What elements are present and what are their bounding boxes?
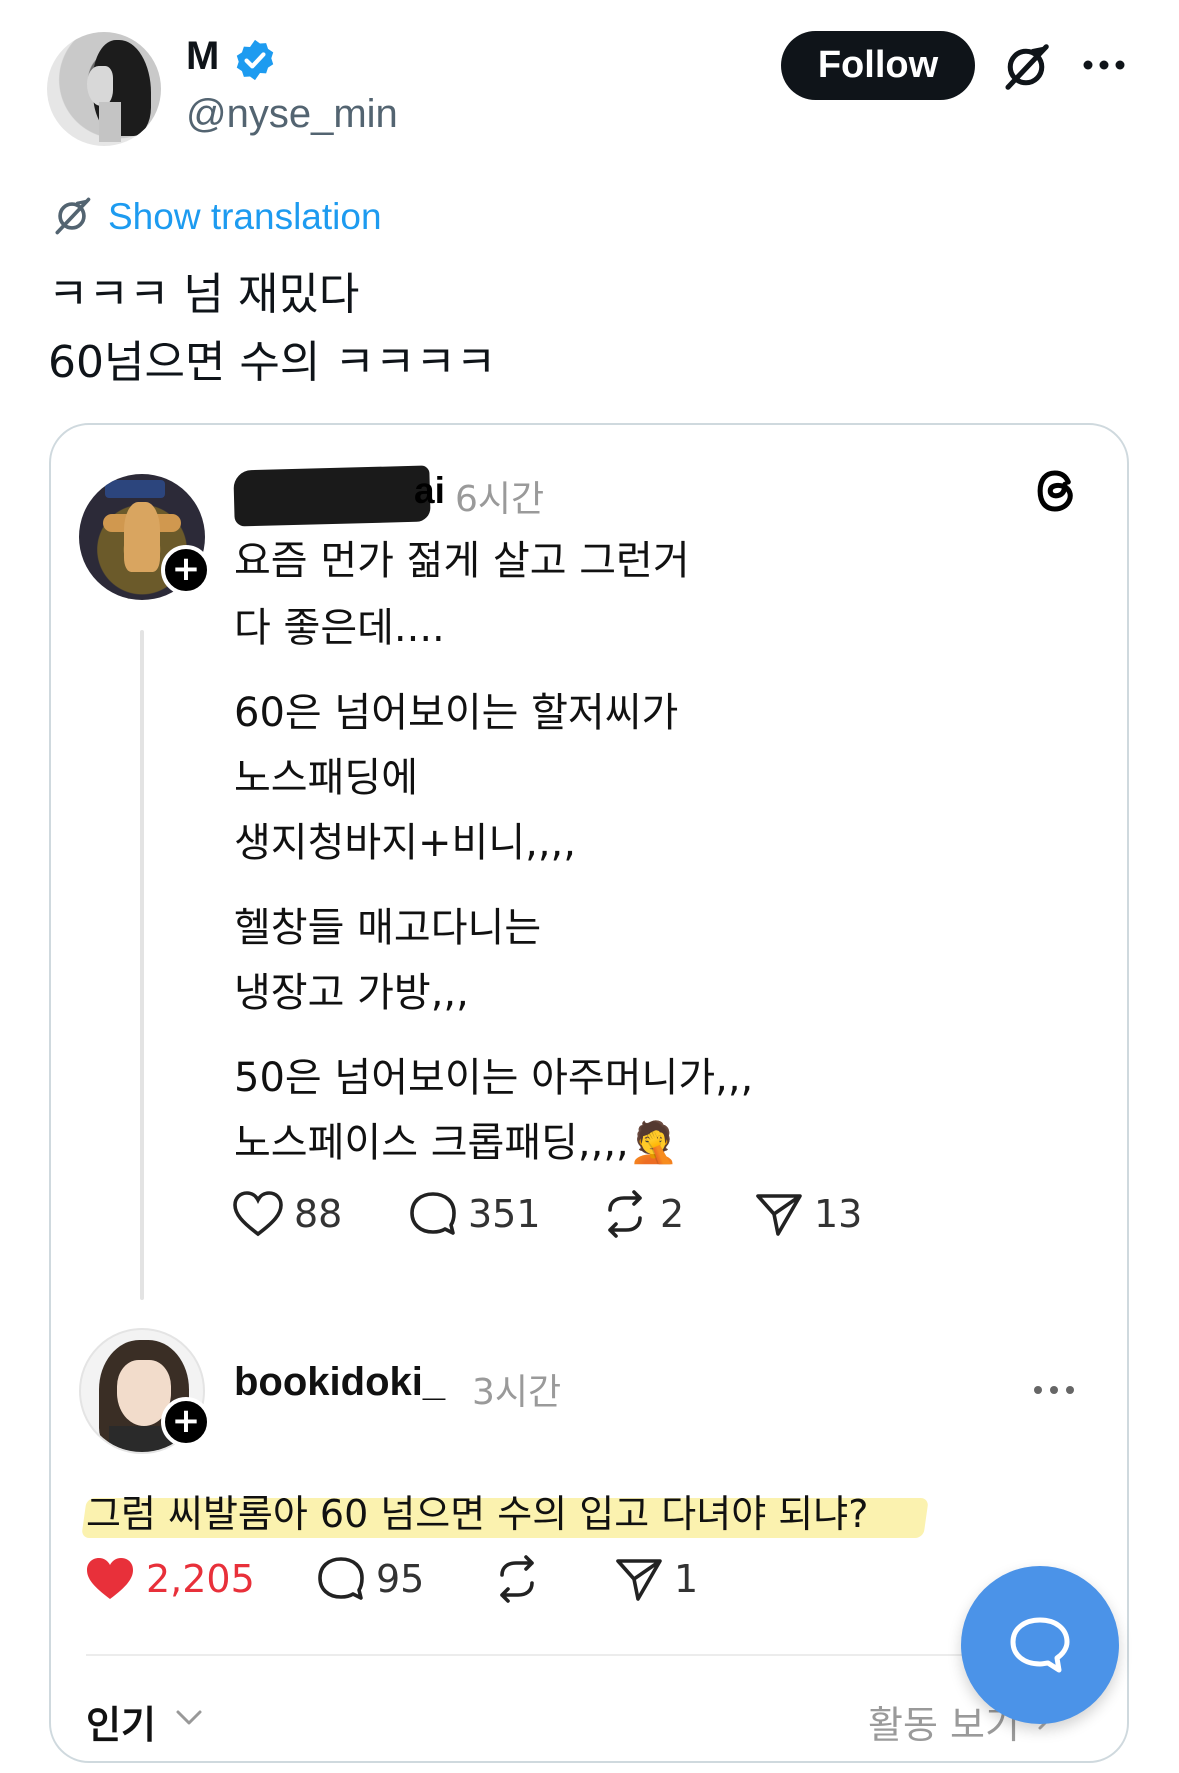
comment-bubble-icon <box>410 1192 456 1235</box>
more-horizontal-icon[interactable] <box>1080 50 1128 80</box>
post-body-line-text: 노스페이스 크롭패딩,,,, <box>234 1120 629 1166</box>
chevron-down-icon <box>176 1710 202 1725</box>
heart-filled-icon <box>87 1558 133 1599</box>
post-like-stat: 88 <box>232 1190 342 1238</box>
tweet-text-line-1: ㅋㅋㅋ 넘 재밌다 <box>48 269 360 320</box>
author-name[interactable]: M <box>186 34 219 79</box>
repost-icon <box>500 1555 534 1603</box>
post-body-line: 요즘 먼가 젊게 살고 그런거 <box>234 538 690 584</box>
post-body-line: 헬창들 매고다니는 <box>234 905 542 951</box>
post-share-stat: 13 <box>754 1190 862 1238</box>
reply-text: 그럼 씨발롬아 60 넘으면 수의 입고 다녀야 되냐? <box>86 1492 869 1536</box>
reply-comment-count: 95 <box>376 1557 425 1601</box>
thread-connector-line <box>140 630 144 1300</box>
reply-post-time: 3시간 <box>472 1372 562 1413</box>
reply-bubble-icon <box>1010 1617 1070 1673</box>
post-repost-stat: 2 <box>600 1190 684 1238</box>
avatar-figure-body <box>124 502 160 572</box>
verified-badge-icon <box>236 39 274 81</box>
facepalm-emoji: 🤦 <box>628 1120 679 1166</box>
reply-repost-stat <box>492 1555 542 1603</box>
avatar-neck <box>99 102 121 142</box>
reply-fab-button[interactable] <box>961 1566 1119 1724</box>
tweet-text-line-2: 60넘으면 수의 ㅋㅋㅋㅋ <box>48 337 497 388</box>
reply-follow-plus-icon: + <box>161 1397 211 1447</box>
card-divider <box>86 1654 1090 1656</box>
thread-username-suffix: ai <box>414 470 445 511</box>
send-icon <box>756 1194 802 1236</box>
repost-icon <box>608 1190 642 1238</box>
send-icon <box>616 1559 662 1601</box>
reply-like-stat: 2,205 <box>84 1555 255 1603</box>
avatar-face <box>87 66 113 106</box>
post-body-line: 다 좋은데.... <box>234 605 445 651</box>
follow-button[interactable]: Follow <box>781 31 975 100</box>
author-handle[interactable]: @nyse_min <box>186 92 398 137</box>
comment-bubble-icon <box>318 1557 364 1600</box>
reply-username: bookidoki_ <box>234 1360 446 1404</box>
username-redaction-mark <box>233 465 431 527</box>
reply-share-count: 1 <box>674 1557 699 1601</box>
post-share-count: 13 <box>814 1192 863 1236</box>
author-avatar[interactable] <box>47 32 161 146</box>
threads-logo-icon <box>1037 470 1073 512</box>
post-body-line: 60은 넘어보이는 할저씨가 <box>234 690 679 736</box>
post-repost-count: 2 <box>660 1192 685 1236</box>
post-like-count: 88 <box>294 1192 343 1236</box>
avatar-banner <box>105 480 165 498</box>
post-body-line: 노스패딩에 <box>234 755 418 801</box>
reply-share-stat: 1 <box>614 1555 698 1603</box>
grok-icon[interactable] <box>999 40 1053 94</box>
show-translation-link[interactable]: Show translation <box>108 196 382 238</box>
post-body-line: 생지청바지+비니,,,, <box>234 820 576 866</box>
reply-like-count: 2,205 <box>146 1557 255 1601</box>
post-body-line: 50은 넘어보이는 아주머니가,,, <box>234 1055 754 1101</box>
heart-outline-icon <box>233 1191 283 1237</box>
more-horizontal-icon <box>1034 1386 1074 1394</box>
sort-label: 인기 <box>86 1703 156 1747</box>
post-body-line: 냉장고 가방,,, <box>234 970 469 1016</box>
reply-comment-stat: 95 <box>316 1555 424 1603</box>
thread-post-time: 6시간 <box>455 479 545 520</box>
post-body-line-with-emoji: 노스페이스 크롭패딩,,,,🤦 <box>234 1110 679 1168</box>
thread-follow-plus-icon: + <box>161 545 211 595</box>
post-comment-count: 351 <box>468 1192 541 1236</box>
translate-icon[interactable] <box>50 194 94 238</box>
post-comment-stat: 351 <box>408 1190 541 1238</box>
